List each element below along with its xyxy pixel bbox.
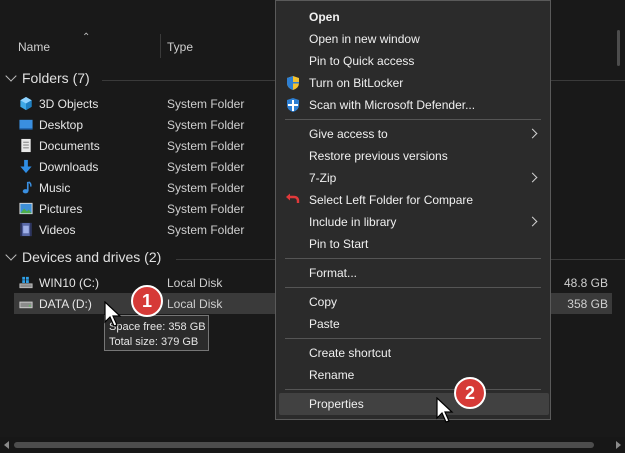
item-type: Local Disk [167, 297, 223, 311]
step-badge-1: 1 [131, 285, 163, 317]
menu-item-format[interactable]: Format... [276, 262, 550, 284]
item-name: Music [39, 181, 71, 195]
item-name: Pictures [39, 202, 83, 216]
menu-item-select-compare[interactable]: Select Left Folder for Compare [276, 189, 550, 211]
menu-separator [285, 338, 541, 339]
menu-item-label: Properties [309, 397, 364, 411]
bitlocker-shield-icon [287, 76, 299, 90]
menu-item-scan-defender[interactable]: Scan with Microsoft Defender... [276, 94, 550, 116]
menu-item-give-access[interactable]: Give access to [276, 123, 550, 145]
menu-item-label: Format... [309, 266, 358, 280]
item-type: System Folder [167, 181, 245, 195]
menu-item-rename[interactable]: Rename [276, 364, 550, 386]
3d-objects-icon [20, 96, 32, 111]
item-type: System Folder [167, 97, 245, 111]
menu-item-paste[interactable]: Paste [276, 313, 550, 335]
menu-item-label: Include in library [309, 215, 397, 229]
desktop-icon [19, 119, 33, 130]
column-type-header[interactable]: Type [167, 40, 193, 54]
videos-icon [20, 222, 32, 237]
item-name: 3D Objects [39, 97, 99, 111]
drive-icon [19, 301, 33, 309]
mouse-cursor-icon [436, 397, 454, 423]
item-type: System Folder [167, 223, 245, 237]
context-menu: Open Open in new window Pin to Quick acc… [275, 0, 551, 420]
horizontal-scrollbar[interactable] [0, 437, 625, 453]
defender-icon [287, 98, 299, 112]
item-type: Local Disk [167, 276, 223, 290]
menu-item-open-new-window[interactable]: Open in new window [276, 28, 550, 50]
column-divider[interactable] [160, 34, 161, 58]
menu-item-label: Restore previous versions [309, 149, 448, 163]
menu-separator [285, 389, 541, 390]
menu-item-restore-versions[interactable]: Restore previous versions [276, 145, 550, 167]
compare-icon [286, 193, 300, 203]
menu-item-label: Turn on BitLocker [309, 76, 404, 90]
menu-separator [285, 258, 541, 259]
menu-item-include-library[interactable]: Include in library [276, 211, 550, 233]
item-name: Downloads [39, 160, 99, 174]
item-name: Videos [39, 223, 76, 237]
chevron-right-icon [527, 172, 538, 183]
menu-item-7zip[interactable]: 7-Zip [276, 167, 550, 189]
chevron-down-icon [5, 70, 17, 82]
scroll-right-icon[interactable] [616, 441, 621, 449]
menu-item-properties[interactable]: Properties [279, 393, 549, 415]
item-type: System Folder [167, 202, 245, 216]
menu-item-label: Pin to Start [309, 237, 369, 251]
chevron-right-icon [527, 216, 538, 227]
menu-item-create-shortcut[interactable]: Create shortcut [276, 342, 550, 364]
menu-item-label: Open in new window [309, 32, 420, 46]
windows-drive-icon [19, 276, 33, 289]
pictures-icon [19, 202, 33, 215]
item-size: 358 GB [567, 297, 608, 311]
item-type: System Folder [167, 118, 245, 132]
menu-item-copy[interactable]: Copy [276, 291, 550, 313]
menu-separator [285, 287, 541, 288]
column-name-header[interactable]: Name [18, 40, 50, 54]
item-size: 48.8 GB [563, 276, 608, 290]
chevron-down-icon [5, 249, 17, 261]
group-label-drives: Devices and drives (2) [22, 249, 162, 265]
menu-item-label: Scan with Microsoft Defender... [309, 98, 476, 112]
mouse-cursor-icon [104, 301, 122, 327]
menu-item-pin-start[interactable]: Pin to Start [276, 233, 550, 255]
sort-ascending-icon: ⌃ [82, 32, 91, 43]
menu-item-label: Pin to Quick access [309, 54, 415, 68]
menu-item-label: Paste [309, 317, 340, 331]
menu-item-label: Open [309, 10, 340, 24]
downloads-icon [20, 159, 32, 174]
documents-icon [21, 138, 31, 153]
menu-item-open[interactable]: Open [276, 6, 550, 28]
menu-item-pin-quick-access[interactable]: Pin to Quick access [276, 50, 550, 72]
item-name: DATA (D:) [39, 297, 92, 311]
menu-item-label: Rename [309, 368, 355, 382]
vertical-scrollbar-thumb[interactable] [617, 30, 620, 66]
group-label-folders: Folders (7) [22, 70, 90, 86]
item-name: Documents [39, 139, 100, 153]
chevron-right-icon [527, 128, 538, 139]
menu-separator [285, 119, 541, 120]
menu-item-label: Give access to [309, 127, 388, 141]
item-name: WIN10 (C:) [39, 276, 99, 290]
item-type: System Folder [167, 160, 245, 174]
menu-item-label: Create shortcut [309, 346, 392, 360]
music-icon [22, 181, 32, 194]
scrollbar-thumb[interactable] [14, 442, 594, 448]
tooltip-total-size: Total size: 379 GB [109, 336, 199, 348]
menu-item-label: 7-Zip [309, 171, 337, 185]
scroll-left-icon[interactable] [4, 441, 9, 449]
item-name: Desktop [39, 118, 84, 132]
menu-item-label: Select Left Folder for Compare [309, 193, 474, 207]
item-type: System Folder [167, 139, 245, 153]
step-badge-2: 2 [454, 377, 486, 409]
menu-item-label: Copy [309, 295, 338, 309]
menu-item-bitlocker[interactable]: Turn on BitLocker [276, 72, 550, 94]
